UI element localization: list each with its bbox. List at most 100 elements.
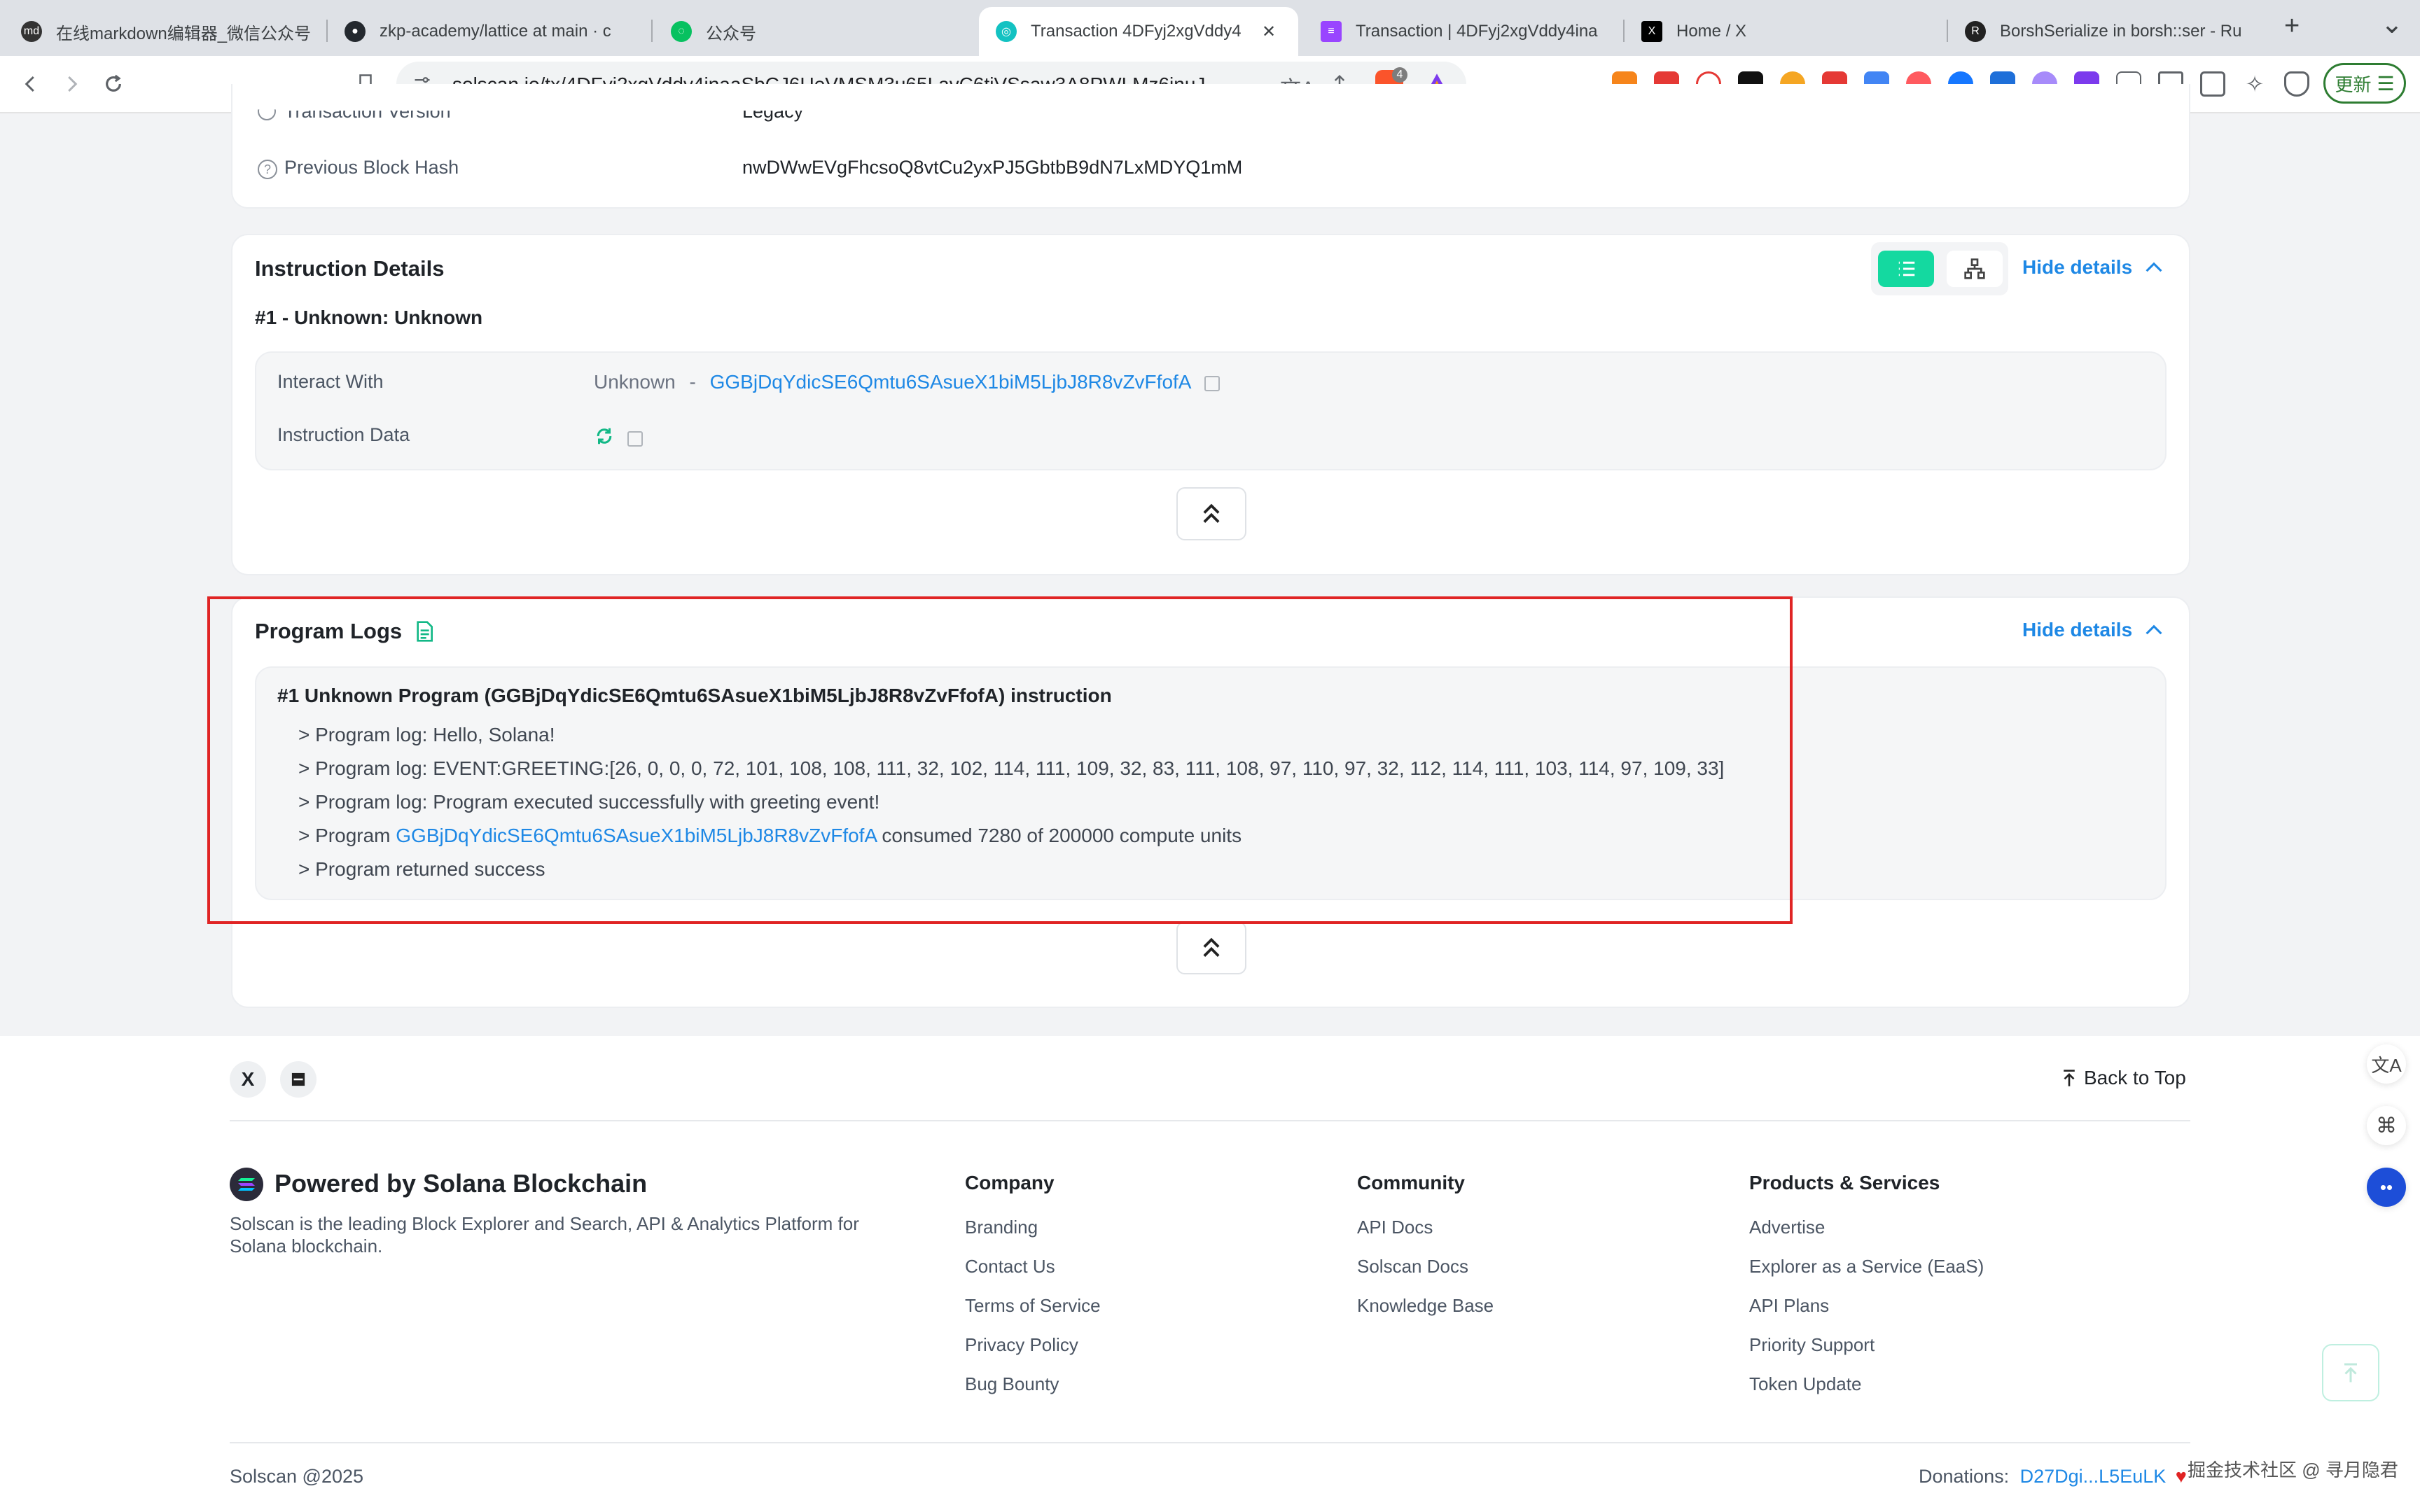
instruction-body: Interact With Unknown - GGBjDqYdicSE6Qmt…: [255, 351, 2167, 470]
tab-x-home[interactable]: X Home / X: [1641, 7, 1935, 56]
command-icon: ⌘: [2376, 1114, 2397, 1138]
translate-float-button[interactable]: 文A: [2367, 1044, 2406, 1084]
scroll-to-top-button[interactable]: [2322, 1344, 2379, 1401]
tab-separator: [326, 20, 328, 42]
arrow-up-icon: [2064, 1070, 2075, 1086]
translate-icon: 文A: [2371, 1054, 2402, 1076]
wechat-icon: ◌: [671, 21, 692, 42]
tab-search-button[interactable]: ⌄: [2381, 8, 2403, 40]
footer-community-heading: Community: [1357, 1172, 1465, 1194]
footer-link-token-update[interactable]: Token Update: [1749, 1373, 1861, 1395]
solana-explorer-icon: ≡: [1321, 21, 1342, 42]
arrow-up-icon: [2344, 1363, 2357, 1382]
instruction-subtitle: #1 - Unknown: Unknown: [255, 307, 483, 328]
highlight-annotation-box: [207, 596, 1793, 924]
close-tab-icon[interactable]: ✕: [1262, 22, 1276, 42]
new-tab-button[interactable]: +: [2284, 11, 2300, 41]
footer-link-priority-support[interactable]: Priority Support: [1749, 1334, 1875, 1356]
menu-icon: ☰: [2377, 72, 2395, 94]
transaction-details-card: Transaction Version Legacy ? Previous Bl…: [231, 84, 2190, 209]
solana-logo-icon: [230, 1168, 263, 1201]
tab-separator: [1947, 20, 1948, 42]
list-view-button[interactable]: [1878, 251, 1934, 287]
copyright: Solscan @2025: [230, 1466, 364, 1487]
tab-transaction-active[interactable]: ◎ Transaction 4DFyj2xgVddy4 ✕: [979, 7, 1298, 56]
copy-data-icon[interactable]: [627, 431, 643, 447]
donations: Donations: D27Dgi...L5EuLK ♥: [1919, 1466, 2187, 1487]
footer-link-privacy[interactable]: Privacy Policy: [965, 1334, 1078, 1356]
double-chevron-up-icon: [1203, 503, 1220, 523]
rust-icon: R: [1965, 21, 1986, 42]
footer-link-knowledge-base[interactable]: Knowledge Base: [1357, 1295, 1494, 1317]
tab-wechat[interactable]: ◌ 公众号: [671, 7, 965, 56]
tab-markdown-editor[interactable]: md 在线markdown编辑器_微信公众号: [21, 7, 315, 56]
markdown-icon: md: [21, 21, 42, 42]
footer-company-heading: Company: [965, 1172, 1055, 1194]
hierarchy-icon: [1964, 258, 1985, 279]
chevron-up-icon: [2146, 262, 2162, 272]
footer-divider: [230, 1120, 2190, 1121]
robot-face-icon: ••: [2379, 1176, 2393, 1198]
back-button[interactable]: [15, 69, 46, 99]
logs-hide-details-button[interactable]: Hide details: [2022, 619, 2163, 641]
instruction-details-card: Instruction Details Hide details #1 - Un…: [231, 234, 2190, 575]
prev-block-hash-label: Previous Block Hash: [284, 157, 459, 178]
double-chevron-up-icon: [1203, 937, 1220, 957]
site-footer: X Back to Top Powered by Solana Blockcha…: [0, 1036, 2420, 1512]
footer-bottom-divider: [230, 1442, 2190, 1443]
watermark: 掘金技术社区 @ 寻月隐君: [2188, 1460, 2398, 1480]
github-icon: ●: [345, 21, 366, 42]
tab-borsh-docs[interactable]: R BorshSerialize in borsh::ser - Ru: [1965, 7, 2259, 56]
footer-link-branding[interactable]: Branding: [965, 1217, 1038, 1238]
footer-link-bug-bounty[interactable]: Bug Bounty: [965, 1373, 1059, 1395]
instruction-hide-details-button[interactable]: Hide details: [2022, 256, 2163, 279]
footer-link-eaas[interactable]: Explorer as a Service (EaaS): [1749, 1256, 1984, 1278]
x-logo-icon: X: [1641, 21, 1662, 42]
footer-brand: Powered by Solana Blockchain: [274, 1169, 648, 1198]
footer-link-api-docs[interactable]: API Docs: [1357, 1217, 1433, 1238]
footer-link-solscan-docs[interactable]: Solscan Docs: [1357, 1256, 1468, 1278]
list-icon: [1898, 261, 1915, 276]
heart-icon: ♥: [2175, 1466, 2187, 1487]
wallet-icon[interactable]: [2200, 71, 2225, 97]
tab-github[interactable]: ● zkp-academy/lattice at main · c: [345, 7, 639, 56]
footer-description: Solscan is the leading Block Explorer an…: [230, 1213, 859, 1256]
reload-button[interactable]: [98, 69, 129, 99]
interact-with-value: Unknown - GGBjDqYdicSE6Qmtu6SAsueX1biM5L…: [594, 371, 1220, 393]
instruction-data-label: Instruction Data: [277, 424, 410, 445]
ai-sparkle-icon[interactable]: ✧: [2242, 71, 2267, 97]
medium-social-icon[interactable]: [280, 1061, 317, 1098]
footer-link-advertise[interactable]: Advertise: [1749, 1217, 1825, 1238]
browser-tab-bar: md 在线markdown编辑器_微信公众号 ● zkp-academy/lat…: [0, 0, 2420, 56]
prev-block-hash-value: nwDWwEVgFhcsoQ8vtCu2yxPJ5GbtbB9dN7LxMDYQ…: [742, 157, 1243, 178]
forward-arrow-icon: [68, 76, 78, 92]
footer-link-api-plans[interactable]: API Plans: [1749, 1295, 1829, 1317]
program-address-link[interactable]: GGBjDqYdicSE6Qmtu6SAsueX1biM5LjbJ8R8vZvF…: [710, 371, 1190, 393]
tab-separator: [1623, 20, 1625, 42]
refresh-icon[interactable]: [594, 426, 615, 447]
assistant-float-button[interactable]: ••: [2367, 1168, 2406, 1207]
forward-button[interactable]: [56, 69, 87, 99]
tab-separator: [651, 20, 653, 42]
info-icon: [258, 109, 276, 120]
collapse-logs-button[interactable]: [1176, 921, 1246, 974]
solscan-icon: ◎: [996, 21, 1017, 42]
back-arrow-icon: [25, 76, 34, 92]
tab-transaction-2[interactable]: ≡ Transaction | 4DFyj2xgVddy4ina: [1321, 7, 1615, 56]
copy-icon[interactable]: [1204, 375, 1220, 391]
footer-products-heading: Products & Services: [1749, 1172, 1940, 1194]
apps-float-button[interactable]: ⌘: [2367, 1106, 2406, 1145]
reload-icon: [106, 74, 121, 92]
footer-link-contact[interactable]: Contact Us: [965, 1256, 1055, 1278]
tree-view-button[interactable]: [1947, 251, 2003, 287]
collapse-instruction-button[interactable]: [1176, 487, 1246, 540]
x-social-icon[interactable]: X: [230, 1061, 266, 1098]
chevron-up-icon: [2146, 624, 2162, 635]
donation-address-link[interactable]: D27Dgi...L5EuLK: [2020, 1466, 2167, 1487]
footer-link-terms[interactable]: Terms of Service: [965, 1295, 1101, 1317]
instruction-details-title: Instruction Details: [255, 256, 445, 281]
vpn-shield-icon[interactable]: [2284, 71, 2309, 97]
back-to-top-link[interactable]: Back to Top: [2061, 1067, 2186, 1089]
view-toggle: [1871, 242, 2008, 295]
update-button[interactable]: 更新 ☰: [2323, 63, 2406, 104]
